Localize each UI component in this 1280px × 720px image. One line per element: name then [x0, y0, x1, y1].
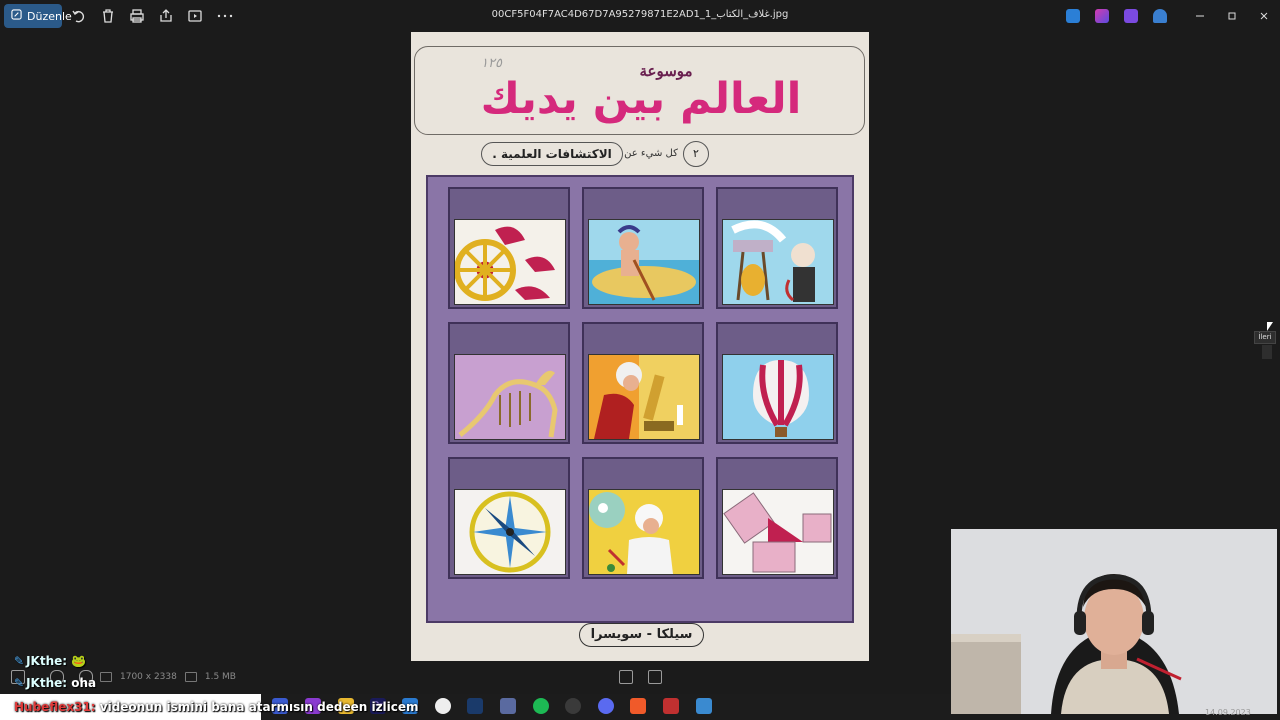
cubby-chemist [716, 187, 838, 309]
dimensions-icon [100, 672, 112, 682]
delete-icon[interactable] [99, 7, 117, 25]
book-title: العالم بين يديك [480, 74, 803, 124]
chat-text: 🐸 [71, 654, 87, 668]
pin-icon: ✎ [14, 676, 25, 690]
cubby-waterwheel [448, 187, 570, 309]
image-status-bar: 1700 x 2338 1.5 MB [100, 668, 236, 686]
cloud-icon[interactable] [1153, 9, 1167, 23]
title-bar: Düzenle 00CF5F04F7AC4D67D7A95279871E2AD1… [0, 0, 1280, 32]
actual-size-icon[interactable] [648, 670, 662, 684]
taskbar-app-icon[interactable] [663, 698, 679, 714]
chat-username: Hubeflex31: [14, 700, 96, 714]
cubby-microscope [582, 322, 704, 444]
highlight-chat-message: Hubeflex31: videonun ismini bana atarmıs… [14, 700, 419, 714]
slideshow-icon[interactable] [186, 7, 204, 25]
app-icon-2[interactable] [1095, 9, 1109, 23]
next-arrow-button[interactable] [1262, 345, 1272, 359]
share-icon[interactable] [157, 7, 175, 25]
photos-icon[interactable] [696, 698, 712, 714]
mouse-cursor-icon [1267, 322, 1273, 331]
edit-button[interactable]: Düzenle [4, 4, 72, 28]
more-icon[interactable] [216, 7, 234, 25]
fit-screen-icon[interactable] [619, 670, 633, 684]
obs-icon[interactable] [435, 698, 451, 714]
cubby-doctor [582, 457, 704, 579]
taskbar-app-icon[interactable] [500, 698, 516, 714]
taskbar-clock: 14.09.2023 [1205, 708, 1251, 717]
cubby-pythagoras [716, 457, 838, 579]
next-tooltip: İleri [1254, 331, 1276, 344]
cubby-dinosaur [448, 322, 570, 444]
image-file-size: 1.5 MB [204, 672, 236, 682]
rotate-icon[interactable] [70, 7, 88, 25]
everything-about-label: كل شيء عن [624, 148, 678, 159]
edit-button-label: Düzenle [27, 9, 72, 23]
pin-icon: ✎ [14, 654, 25, 668]
volume-number: ٢ [683, 141, 709, 167]
chat-text: oha [71, 676, 97, 690]
book-cover-image: ١٢٥ موسوعة العالم بين يديك ٢ كل شيء عن ا… [411, 32, 869, 661]
discord-icon[interactable] [598, 698, 614, 714]
window-title: 00CF5F04F7AC4D67D7A95279871E2AD1_1_غلاف_… [491, 9, 789, 20]
maximize-icon[interactable] [1223, 7, 1241, 25]
close-icon[interactable] [1255, 7, 1273, 25]
cubby-balloon [716, 322, 838, 444]
file-size-icon [184, 672, 197, 682]
cubby-archimedes [582, 187, 704, 309]
chat-username: JKthe: [26, 654, 68, 668]
chat-text: videonun ismini bana atarmısın dedeen iz… [95, 700, 419, 714]
publisher-label: سيلكا - سويسرا [579, 623, 704, 647]
steam-icon[interactable] [467, 698, 483, 714]
spotify-icon[interactable] [533, 698, 549, 714]
cubby-compass [448, 457, 570, 579]
webcam-overlay [951, 529, 1277, 714]
print-icon[interactable] [128, 7, 146, 25]
image-dimensions: 1700 x 2338 [120, 672, 177, 682]
edit-icon [11, 9, 22, 23]
chat-message: ✎ JKthe: 🐸 [14, 654, 86, 668]
subject-label: الاكتشافات العلمية . [481, 142, 623, 166]
taskbar-app-icon[interactable] [565, 698, 581, 714]
app-icon-1[interactable] [1066, 9, 1080, 23]
handwritten-number: ١٢٥ [481, 56, 502, 71]
minimize-icon[interactable] [1191, 7, 1209, 25]
chat-message: ✎ JKthe: oha [14, 676, 96, 690]
chat-username: JKthe: [26, 676, 68, 690]
app-icon-3[interactable] [1124, 9, 1138, 23]
brave-icon[interactable] [630, 698, 646, 714]
